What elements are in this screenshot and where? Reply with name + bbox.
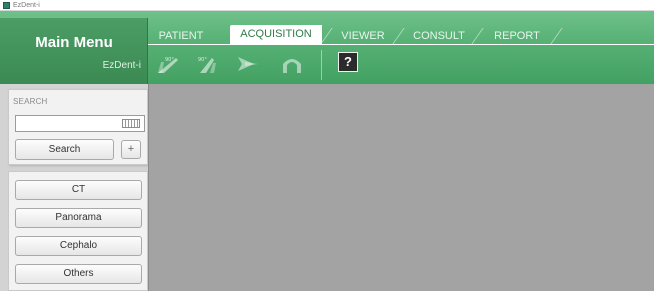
svg-text:90°: 90° (198, 57, 207, 63)
acquisition-workspace (148, 84, 654, 291)
tab-separator (320, 28, 333, 44)
app-icon (3, 2, 10, 9)
tab-acquisition[interactable]: ACQUISITION (230, 25, 322, 44)
tab-baseline (148, 44, 654, 45)
window-title: EzDent-i (13, 2, 40, 9)
tab-separator (550, 28, 563, 44)
left-panel: SEARCH Search + CT Panorama Cephalo Othe… (0, 84, 148, 291)
xray-arch-icon[interactable] (280, 54, 304, 74)
svg-text:90°: 90° (165, 57, 174, 63)
add-search-button[interactable]: + (121, 140, 141, 159)
xray-transfer-icon[interactable] (236, 54, 260, 74)
xray-capture-90-right-icon[interactable]: 90° (196, 54, 220, 74)
xray-capture-90-left-icon[interactable]: 90° (156, 54, 180, 74)
others-button[interactable]: Others (15, 264, 142, 284)
ct-button[interactable]: CT (15, 180, 142, 200)
tab-patient[interactable]: PATIENT (152, 28, 210, 44)
tab-separator (471, 28, 484, 44)
app-window: EzDent-i Main Menu EzDent-i PATIENT ACQU… (0, 0, 654, 291)
cephalo-button[interactable]: Cephalo (15, 236, 142, 256)
tab-viewer[interactable]: VIEWER (334, 28, 392, 44)
tab-separator (392, 28, 405, 44)
panorama-button[interactable]: Panorama (15, 208, 142, 228)
main-menu-button[interactable]: Main Menu EzDent-i (0, 18, 148, 84)
main-menu-subtitle: EzDent-i (102, 60, 141, 71)
modality-section: CT Panorama Cephalo Others (8, 171, 148, 291)
keyboard-icon[interactable] (122, 119, 140, 128)
search-label: SEARCH (13, 97, 48, 106)
search-button[interactable]: Search (15, 139, 114, 160)
tab-report[interactable]: REPORT (484, 28, 550, 44)
main-menu-title: Main Menu (35, 34, 113, 51)
tab-consult[interactable]: CONSULT (406, 28, 472, 44)
search-section: SEARCH Search + (8, 89, 148, 165)
help-button[interactable]: ? (338, 52, 358, 72)
tab-bar: PATIENT ACQUISITION VIEWER CONSULT REPOR… (148, 24, 654, 44)
toolbar-divider (321, 50, 322, 80)
title-bar: EzDent-i (0, 0, 654, 11)
